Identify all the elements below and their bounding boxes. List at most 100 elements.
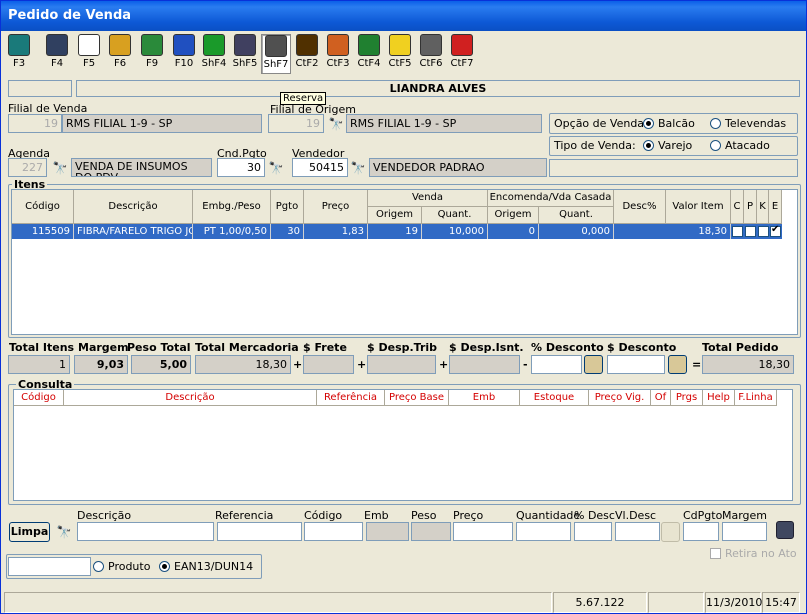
toolbar-button-f4[interactable]: F4: [42, 34, 72, 74]
toolbar-button-ctf4[interactable]: CtF4: [354, 34, 384, 74]
radio-varejo[interactable]: Varejo: [643, 139, 692, 152]
radio-produto[interactable]: Produto: [93, 560, 150, 573]
radio-televendas-dot[interactable]: [710, 118, 721, 129]
client-code-field[interactable]: [8, 80, 72, 97]
search-vl-desc-input[interactable]: [615, 522, 660, 541]
val-desconto-field[interactable]: [607, 355, 665, 374]
radio-televendas[interactable]: Televendas: [710, 117, 786, 130]
search-vl-desc-calc-icon[interactable]: [661, 522, 680, 542]
col-codigo[interactable]: Código: [12, 190, 74, 224]
radio-ean[interactable]: EAN13/DUN14: [159, 560, 253, 573]
val-desconto-calc-icon[interactable]: [668, 355, 687, 374]
search-preco-input[interactable]: [453, 522, 513, 541]
vendedor-search-icon[interactable]: 🔭: [350, 161, 366, 175]
frete-field[interactable]: [303, 355, 354, 374]
col-enc-origem[interactable]: Origem: [488, 207, 539, 224]
toolbar-button-f5[interactable]: F5: [74, 34, 104, 74]
col-venda-origem[interactable]: Origem: [368, 207, 422, 224]
toolbar-button-f3[interactable]: F3: [4, 34, 34, 74]
toolbar-button-ctf6[interactable]: CtF6: [416, 34, 446, 74]
search-pct-desc-input[interactable]: [574, 522, 612, 541]
consulta-col-5[interactable]: Estoque: [520, 390, 589, 405]
consulta-col-1[interactable]: Descrição: [64, 390, 317, 405]
pct-desconto-field[interactable]: [531, 355, 582, 374]
consulta-col-8[interactable]: Prgs: [671, 390, 703, 405]
toolbar-button-f10[interactable]: F10: [169, 34, 199, 74]
row-check-k[interactable]: [758, 226, 769, 240]
consulta-col-4[interactable]: Emb: [449, 390, 520, 405]
radio-balcao-dot[interactable]: [643, 118, 654, 129]
radio-produto-dot[interactable]: [93, 561, 104, 572]
table-row[interactable]: 115509 FIBRA/FARELO TRIGO JO PT 1,00/0,5…: [12, 224, 782, 239]
col-embg[interactable]: Embg./Peso: [193, 190, 271, 224]
col-descricao[interactable]: Descrição: [74, 190, 193, 224]
radio-atacado[interactable]: Atacado: [710, 139, 770, 152]
consulta-col-7[interactable]: Of: [651, 390, 671, 405]
limpa-button[interactable]: Limpa: [9, 522, 50, 542]
radio-atacado-dot[interactable]: [710, 140, 721, 151]
search-binoculars-icon[interactable]: 🔭: [56, 525, 72, 539]
toolbar-button-f6[interactable]: F6: [105, 34, 135, 74]
toolbar-button-shf4[interactable]: ShF4: [199, 34, 229, 74]
client-name-field[interactable]: LIANDRA ALVES: [76, 80, 800, 97]
col-e[interactable]: E: [769, 190, 782, 224]
search-codigo-input[interactable]: [304, 522, 363, 541]
toolbar-button-ctf7[interactable]: CtF7: [447, 34, 477, 74]
toolbar-button-ctf3[interactable]: CtF3: [323, 34, 353, 74]
row-check-e[interactable]: [770, 224, 781, 240]
col-k[interactable]: K: [757, 190, 769, 224]
toolbar-label: F3: [12, 58, 26, 69]
cnd-pgto-field[interactable]: 30: [217, 158, 265, 177]
filial-origem-search-icon[interactable]: 🔭: [328, 117, 344, 131]
search-preco-label: Preço: [453, 509, 484, 522]
consulta-col-0[interactable]: Código: [14, 390, 64, 405]
search-cdpgto-input[interactable]: [683, 522, 719, 541]
col-venda-quant[interactable]: Quant.: [422, 207, 488, 224]
row-check-p[interactable]: [745, 226, 756, 240]
pct-desconto-calc-icon[interactable]: [584, 355, 603, 374]
desp-isnt-field[interactable]: [449, 355, 520, 374]
col-p[interactable]: P: [744, 190, 757, 224]
filial-origem-code[interactable]: 19: [268, 114, 324, 133]
search-quantidade-input[interactable]: [516, 522, 571, 541]
toolbar-button-ctf2[interactable]: CtF2: [292, 34, 322, 74]
bar-chart-icon: [234, 34, 256, 56]
retira-no-ato-label: Retira no Ato: [725, 547, 797, 560]
vendedor-code[interactable]: 50415: [292, 158, 348, 177]
col-c[interactable]: C: [731, 190, 744, 224]
row-check-c[interactable]: [732, 226, 743, 240]
search-descricao-input[interactable]: [77, 522, 214, 541]
col-desc-pct[interactable]: Desc%: [614, 190, 666, 224]
radio-varejo-dot[interactable]: [643, 140, 654, 151]
toolbar-button-ctf5[interactable]: CtF5: [385, 34, 415, 74]
filial-venda-code[interactable]: 19: [8, 114, 62, 133]
agenda-code[interactable]: 227: [8, 158, 47, 177]
barcode-input[interactable]: [8, 557, 91, 576]
agenda-search-icon[interactable]: 🔭: [52, 161, 68, 175]
toolbar-label: F9: [145, 58, 159, 69]
retira-no-ato[interactable]: Retira no Ato: [710, 547, 797, 560]
col-pgto[interactable]: Pgto: [271, 190, 304, 224]
consulta-col-6[interactable]: Preço Vig.: [589, 390, 651, 405]
toolbar-button-shf5[interactable]: ShF5: [230, 34, 260, 74]
search-margem-input[interactable]: [722, 522, 767, 541]
radio-ean-dot[interactable]: [159, 561, 170, 572]
search-codigo-label: Código: [304, 509, 343, 522]
col-enc-quant[interactable]: Quant.: [539, 207, 614, 224]
agenda-desc: VENDA DE INSUMOS DO PDV: [71, 158, 212, 177]
search-peso-label: Peso: [411, 509, 437, 522]
search-referencia-input[interactable]: [217, 522, 302, 541]
toolbar-button-f9[interactable]: F9: [137, 34, 167, 74]
extra-info-field: [549, 159, 798, 177]
toolbar-button-shf7[interactable]: ShF7: [261, 34, 291, 74]
radio-balcao[interactable]: Balcão: [643, 117, 695, 130]
consulta-col-9[interactable]: Help: [703, 390, 735, 405]
consulta-col-10[interactable]: F.Linha: [735, 390, 777, 405]
consulta-col-2[interactable]: Referência: [317, 390, 385, 405]
desp-trib-field[interactable]: [367, 355, 436, 374]
col-valor[interactable]: Valor Item: [666, 190, 731, 224]
consulta-col-3[interactable]: Preço Base: [385, 390, 449, 405]
cnd-pgto-search-icon[interactable]: 🔭: [268, 161, 284, 175]
col-preco[interactable]: Preço: [304, 190, 368, 224]
search-save-icon[interactable]: [776, 521, 794, 539]
